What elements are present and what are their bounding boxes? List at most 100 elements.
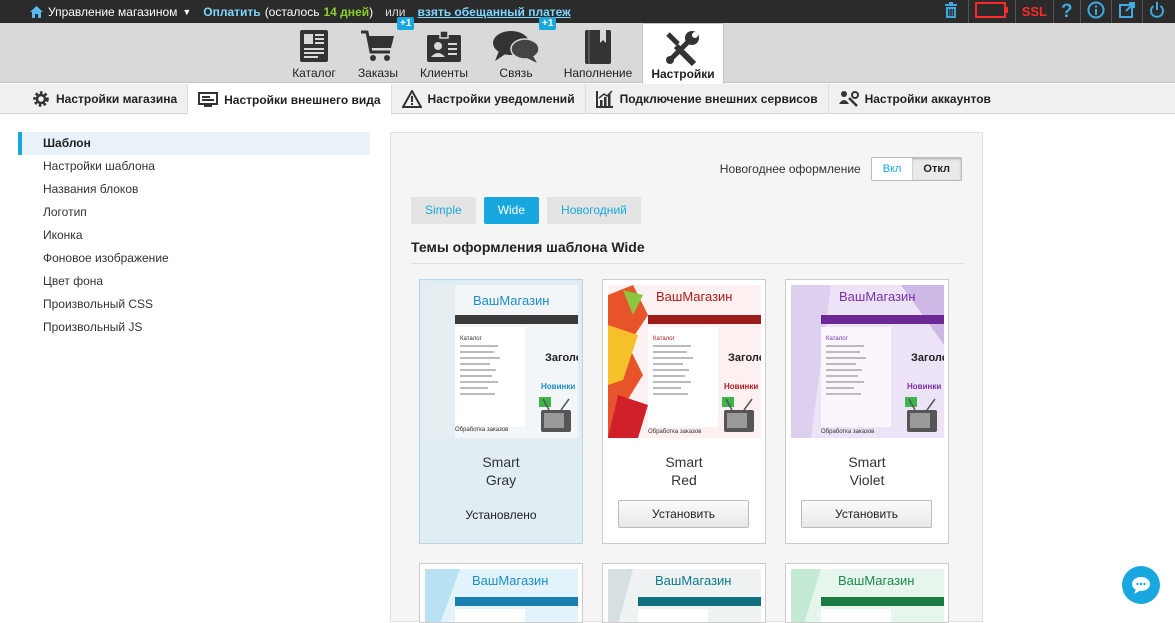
preview-heading: Заголо <box>545 352 578 364</box>
chat-widget-button[interactable] <box>1122 566 1160 604</box>
catalog-icon <box>299 29 329 66</box>
subnav-store-settings[interactable]: Настройки магазина <box>0 84 189 114</box>
store-menu[interactable]: Управление магазином ▼ <box>30 5 191 19</box>
theme-name: Smart Violet <box>786 453 948 489</box>
nav-orders-label: Заказы <box>357 66 399 80</box>
sidebar-item-custom-css[interactable]: Произвольный CSS <box>18 293 370 316</box>
info-icon[interactable] <box>1087 1 1105 22</box>
nav-communication[interactable]: +1 Связь <box>481 17 557 83</box>
subnav-external-services[interactable]: Подключение внешних сервисов <box>586 84 829 114</box>
clients-icon <box>426 29 462 66</box>
tab-wide[interactable]: Wide <box>483 197 540 224</box>
newyear-toggle: Вкл Откл <box>870 157 962 181</box>
preview-orders: Обработка заказов <box>821 429 874 435</box>
sidebar-item-logo[interactable]: Логотип <box>18 201 370 224</box>
remaining-prefix: (осталось <box>264 4 320 19</box>
preview-shop-name: ВашМагазин <box>656 289 732 304</box>
tab-simple[interactable]: Simple <box>411 197 476 224</box>
nav-content[interactable]: Наполнение <box>562 23 634 83</box>
subnav-appearance-settings[interactable]: Настройки внешнего вида <box>188 84 392 115</box>
sidebar-item-template[interactable]: Шаблон <box>18 132 370 155</box>
nav-clients-label: Клиенты <box>419 66 469 80</box>
main-nav: Каталог +1 Заказы Клиенты +1 Связь Напол… <box>0 17 1175 84</box>
preview-news: Новинки <box>541 382 575 391</box>
theme-card-row2-3[interactable]: ВашМагазин <box>785 563 949 623</box>
caret-down-icon: ▼ <box>182 6 192 17</box>
theme-name-line2: Violet <box>849 472 885 488</box>
theme-name: Smart Gray <box>420 453 582 489</box>
theme-preview: ВашМагазин <box>791 569 944 622</box>
preview-catalog: Каталог <box>826 336 849 342</box>
newyear-setting: Новогоднее оформление Вкл Откл <box>720 157 962 181</box>
warning-icon <box>401 90 422 108</box>
preview-shop-name: ВашМагазин <box>655 573 731 588</box>
subnav-store-settings-label: Настройки магазина <box>56 92 178 106</box>
store-menu-label: Управление магазином <box>48 4 178 19</box>
svg-text:?: ? <box>1061 1 1073 19</box>
template-panel: Новогоднее оформление Вкл Откл Simple Wi… <box>390 132 983 623</box>
themes-title: Темы оформления шаблона Wide <box>411 239 963 264</box>
subnav-account-settings[interactable]: Настройки аккаунтов <box>829 84 1001 114</box>
nav-communication-label: Связь <box>499 66 533 80</box>
cart-icon <box>360 29 396 66</box>
subnav-account-settings-label: Настройки аккаунтов <box>864 92 991 106</box>
preview-heading: Заголо <box>911 352 944 364</box>
preview-orders: Обработка заказов <box>455 427 508 433</box>
theme-name-line2: Gray <box>485 472 517 488</box>
subnav-notification-settings[interactable]: Настройки уведомлений <box>392 84 586 114</box>
remaining-days: 14 дней <box>323 4 370 19</box>
nav-clients[interactable]: Клиенты <box>409 23 479 83</box>
preview-shop-name: ВашМагазин <box>472 573 548 588</box>
theme-card-smart-red[interactable]: ВашМагазин Каталог Заголо Новинки Обрабо… <box>602 279 766 544</box>
power-icon[interactable] <box>1149 1 1165 22</box>
communication-badge: +1 <box>539 17 557 30</box>
theme-card-smart-gray[interactable]: ВашМагазин Каталог Заголо Новинки Обрабо… <box>419 279 583 544</box>
nav-orders[interactable]: +1 Заказы <box>343 17 415 83</box>
sidebar-item-block-names[interactable]: Названия блоков <box>18 178 370 201</box>
nav-settings-label: Настройки <box>651 67 715 81</box>
sidebar-item-custom-js[interactable]: Произвольный JS <box>18 316 370 339</box>
preview-catalog: Каталог <box>460 336 483 342</box>
install-theme-button[interactable]: Установить <box>618 500 749 528</box>
sidebar-item-background-color[interactable]: Цвет фона <box>18 270 370 293</box>
newyear-off-button[interactable]: Откл <box>912 158 961 180</box>
sidebar-item-template-settings[interactable]: Настройки шаблона <box>18 155 370 178</box>
preview-catalog: Каталог <box>653 336 676 342</box>
theme-installed-status: Установлено <box>465 508 537 522</box>
template-tabs: Simple Wide Новогодний <box>411 197 641 224</box>
book-icon <box>584 29 612 68</box>
account-tools-icon <box>838 91 859 107</box>
theme-card-row2-1[interactable]: ВашМагазин <box>419 563 583 623</box>
chart-icon <box>595 90 613 108</box>
theme-card-smart-violet[interactable]: ВашМагазин Каталог Заголо Новинки Обрабо… <box>785 279 949 544</box>
sidebar-item-background-image[interactable]: Фоновое изображение <box>18 247 370 270</box>
subnav-notification-settings-label: Настройки уведомлений <box>427 92 575 106</box>
theme-preview: ВашМагазин Каталог Заголо Новинки Обрабо… <box>608 285 761 438</box>
nav-settings[interactable]: Настройки <box>642 23 724 84</box>
preview-orders: Обработка заказов <box>648 429 701 435</box>
newyear-on-button[interactable]: Вкл <box>871 158 913 180</box>
subnav-appearance-settings-label: Настройки внешнего вида <box>224 92 381 107</box>
chat-bubbles-icon <box>491 29 541 68</box>
battery-icon[interactable] <box>974 2 1009 21</box>
theme-name-line1: Smart <box>665 454 703 470</box>
help-icon[interactable]: ? <box>1060 1 1074 22</box>
nav-content-label: Наполнение <box>563 66 633 80</box>
sidebar-item-favicon[interactable]: Иконка <box>18 224 370 247</box>
subnav-external-services-label: Подключение внешних сервисов <box>619 92 818 106</box>
tab-newyear[interactable]: Новогодний <box>547 197 641 224</box>
nav-catalog[interactable]: Каталог <box>279 23 349 83</box>
external-link-icon[interactable] <box>1118 1 1136 22</box>
theme-card-row2-2[interactable]: ВашМагазин <box>602 563 766 623</box>
install-theme-button[interactable]: Установить <box>801 500 932 528</box>
newyear-label: Новогоднее оформление <box>719 162 861 176</box>
ssl-badge[interactable]: SSL <box>1022 4 1047 19</box>
trash-icon[interactable] <box>944 2 958 21</box>
theme-name: Smart Red <box>603 453 765 489</box>
preview-heading: Заголо <box>728 352 761 364</box>
home-icon <box>30 5 43 18</box>
preview-news: Новинки <box>907 382 941 391</box>
preview-shop-name: ВашМагазин <box>839 289 915 304</box>
tools-icon <box>664 30 702 69</box>
pay-link[interactable]: Оплатить <box>203 5 260 19</box>
